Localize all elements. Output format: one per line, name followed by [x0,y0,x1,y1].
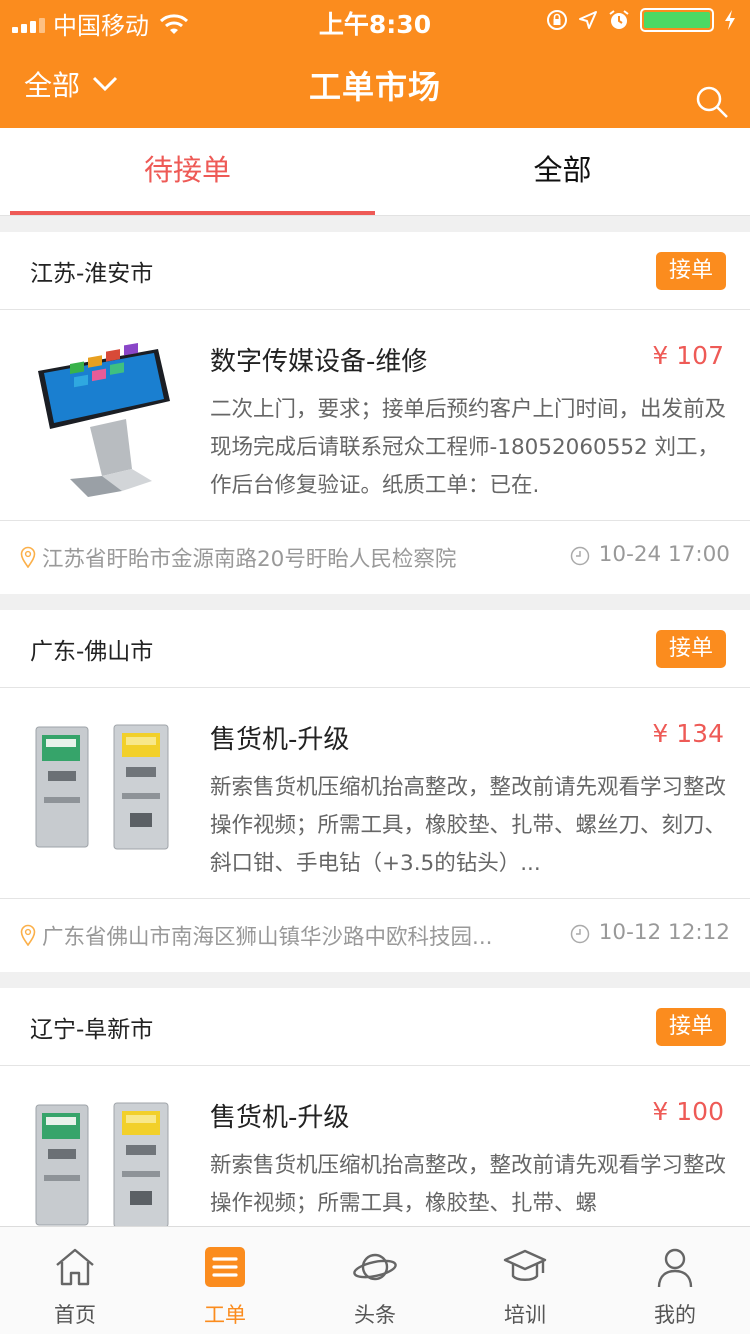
chevron-down-icon [92,76,118,92]
tabbar-label: 培训 [504,1303,546,1327]
tabbar-item-news[interactable]: 头条 [300,1227,450,1334]
service-title: 售货机-升级 [210,725,350,755]
filter-label: 全部 [24,69,81,102]
location-arrow-icon [579,11,597,29]
clock-icon [570,546,590,566]
order-address: 广东省佛山市南海区狮山镇华沙路中欧科技园... [42,925,493,950]
search-icon[interactable] [694,84,730,120]
location-pin-icon [20,546,36,568]
order-price: ¥ 134 [652,719,724,748]
tabbar-label: 工单 [204,1303,246,1327]
home-icon [56,1248,94,1286]
tabbar-label: 头条 [354,1303,396,1327]
tabbar-item-training[interactable]: 培训 [450,1227,600,1334]
order-description: 二次上门，要求；接单后预约客户上门时间，出发前及现场完成后请联系冠众工程师-18… [210,397,727,498]
vending-machine-image [35,724,169,850]
tab-all[interactable]: 全部 [375,128,750,216]
accept-order-button[interactable]: 接单 [656,630,726,668]
tabbar-label: 首页 [54,1303,96,1327]
order-region: 广东-佛山市 [30,639,154,665]
graduation-cap-icon [503,1249,547,1281]
app-header: 中国移动 上午8:30 全部 工单市场 [0,0,750,128]
accept-order-button[interactable]: 接单 [656,252,726,290]
order-status-tabs: 待接单 全部 [0,128,750,216]
clock-icon [570,924,590,944]
tabbar-item-orders[interactable]: 工单 [150,1227,300,1334]
kiosk-image [38,342,170,497]
accept-order-button[interactable]: 接单 [656,1008,726,1046]
tabbar-label: 我的 [654,1303,696,1327]
list-icon [205,1247,245,1287]
planet-icon [353,1253,397,1281]
order-description: 新索售货机压缩机抬高整改，整改前请先观看学习整改操作视频；所需工具，橡胶垫、扎带… [210,775,727,876]
order-region: 辽宁-阜新市 [30,1017,154,1043]
rotation-lock-icon [547,10,567,30]
order-time: 10-12 12:12 [598,920,730,945]
order-address: 江苏省盱眙市金源南路20号盱眙人民检察院 [42,547,457,572]
tab-pending[interactable]: 待接单 [0,128,375,216]
alarm-icon [609,10,629,29]
order-region: 江苏-淮安市 [30,261,154,287]
location-pin-icon [20,924,36,946]
service-title: 售货机-升级 [210,1103,350,1133]
order-price: ¥ 107 [652,341,724,370]
tabbar-item-profile[interactable]: 我的 [600,1227,750,1334]
order-card[interactable]: 江苏-淮安市 接单 数字传媒设备-维修 ¥ 107 二次上门，要求；接单后预约客… [0,232,750,594]
charging-bolt-icon [725,10,735,30]
person-icon [657,1248,693,1288]
region-filter-dropdown[interactable]: 全部 [24,64,118,104]
status-bar: 中国移动 上午8:30 [0,0,750,40]
battery-icon [640,8,714,32]
service-title: 数字传媒设备-维修 [210,347,428,377]
tabbar-item-home[interactable]: 首页 [0,1227,150,1334]
bottom-tab-bar: 首页 工单 头条 培训 我的 [0,1226,750,1334]
nav-bar: 全部 工单市场 [0,40,750,128]
active-tab-indicator [10,211,375,215]
order-price: ¥ 100 [652,1097,724,1126]
order-card[interactable]: 广东-佛山市 接单 售货机-升级 ¥ 134 新索售货机压缩机抬高整改，整改前请… [0,610,750,972]
order-time: 10-24 17:00 [598,542,730,567]
